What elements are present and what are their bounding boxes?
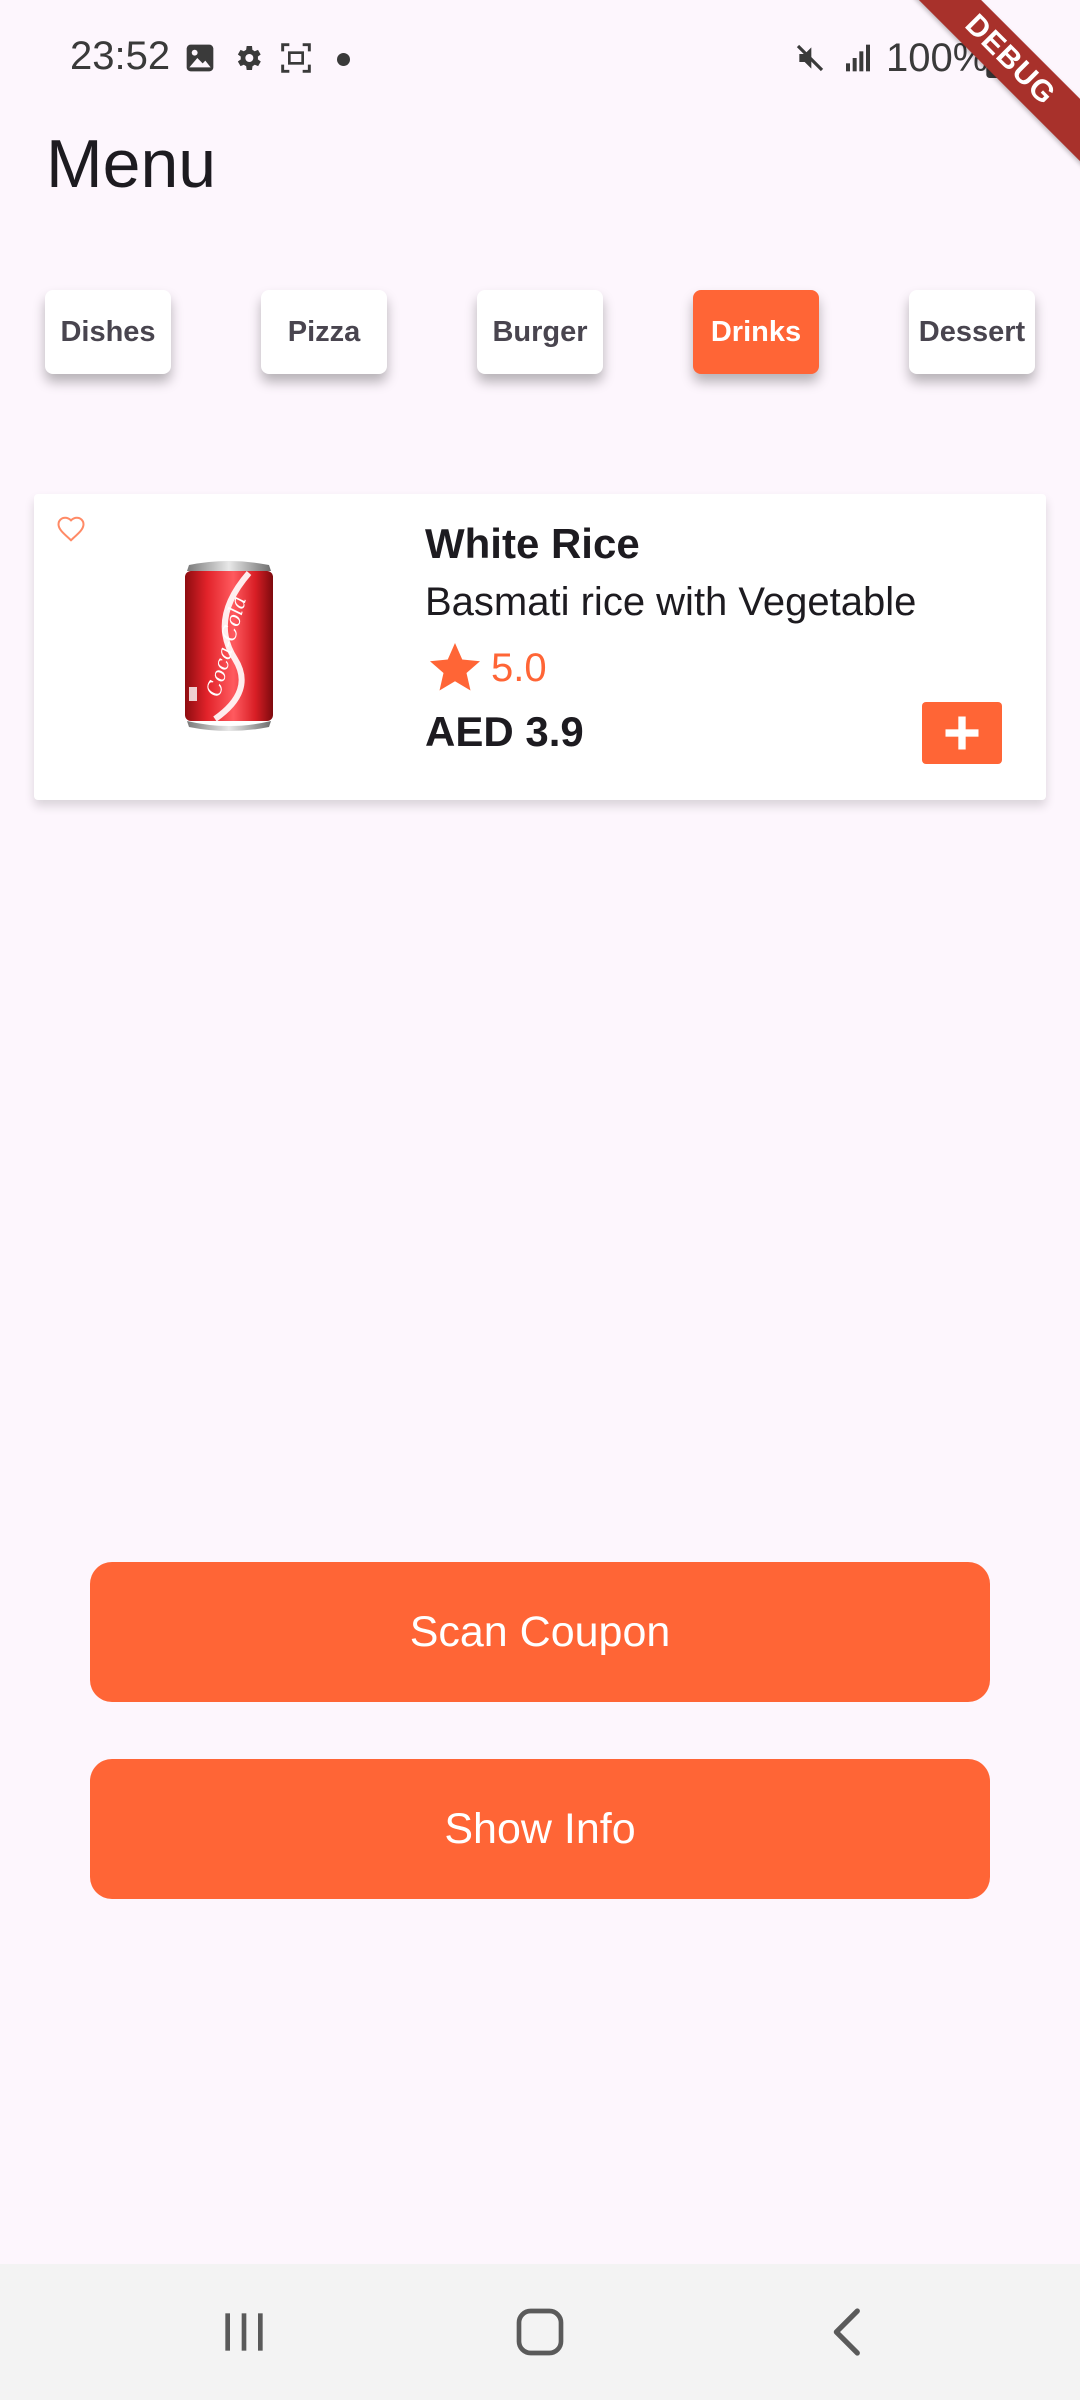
status-time: 23:52 [70,34,171,78]
star-icon [430,643,480,691]
category-tab-burger[interactable]: Burger [477,290,603,374]
scan-coupon-button[interactable]: Scan Coupon [90,1562,990,1702]
product-price: AED 3.9 [425,708,584,755]
system-navigation-bar [0,2264,1080,2400]
home-icon[interactable] [512,2304,568,2360]
category-tab-drinks[interactable]: Drinks [693,290,819,374]
product-rating: 5.0 [425,638,547,698]
page-title: Menu [46,126,217,202]
settings-icon [237,46,261,70]
plus-icon [945,716,979,750]
add-to-cart-button[interactable] [922,702,1002,764]
product-description: Basmati rice with Vegetable [425,580,917,624]
rating-value: 5.0 [491,645,547,690]
signal-icon [846,44,870,72]
heart-icon[interactable] [56,514,86,544]
recent-apps-icon[interactable] [216,2304,272,2360]
notification-dot [337,53,350,66]
back-icon[interactable] [820,2304,876,2360]
category-tab-dishes[interactable]: Dishes [45,290,171,374]
product-image: Coca-Cola [185,561,273,731]
category-tab-pizza[interactable]: Pizza [261,290,387,374]
status-bar: 23:52 100% [0,0,1080,120]
category-tabs: Dishes Pizza Burger Drinks Dessert [0,290,1080,374]
show-info-button[interactable]: Show Info [90,1759,990,1899]
product-name: White Rice [425,520,640,567]
gallery-icon [186,44,214,72]
mute-icon [796,44,824,72]
category-tab-dessert[interactable]: Dessert [909,290,1035,374]
product-card[interactable]: Coca-Cola White Rice Basmati rice with V… [34,494,1046,800]
screenshot-icon [281,43,311,73]
